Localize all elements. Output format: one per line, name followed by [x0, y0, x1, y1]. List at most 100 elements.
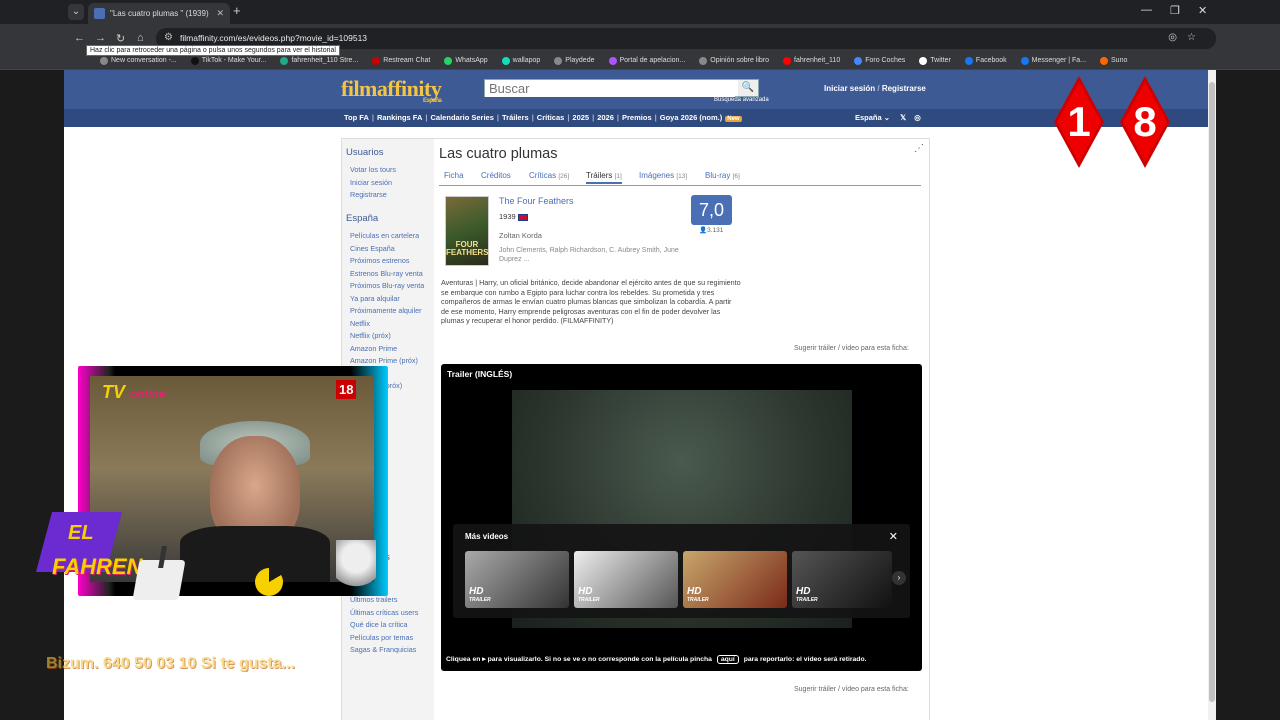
sidebar-item[interactable]: Registrarse	[350, 191, 431, 199]
tv-text: TV	[102, 382, 126, 402]
bookmark-item[interactable]: Twitter	[919, 56, 951, 65]
original-title[interactable]: The Four Feathers	[499, 196, 574, 206]
close-window-icon[interactable]: ✕	[1198, 4, 1207, 17]
astronaut-icon	[336, 540, 376, 600]
bookmark-item[interactable]: Portal de apelacion...	[608, 56, 685, 65]
sidebar-item[interactable]: Amazon Prime	[350, 344, 431, 353]
site-info-icon[interactable]: ⚙	[164, 32, 173, 43]
sidebar-item[interactable]: Próximos estrenos	[350, 257, 431, 265]
nav-separator: |	[425, 113, 428, 122]
sidebar-item[interactable]: Netflix	[350, 319, 431, 328]
sidebar-item[interactable]: Películas en cartelera	[350, 232, 431, 240]
bookmark-item[interactable]: Playdede	[554, 56, 595, 65]
tab-ficha[interactable]: Ficha	[444, 171, 464, 180]
bookmark-item[interactable]: wallapop	[501, 56, 541, 65]
sidebar-item[interactable]: Cines España	[350, 244, 431, 253]
new-tab-icon[interactable]: +	[233, 4, 241, 18]
bookmark-label: Twitter	[930, 57, 951, 64]
tab-imgenes[interactable]: Imágenes [13]	[639, 171, 687, 180]
sidebar-item[interactable]: Sagas & Franquicias	[350, 646, 431, 654]
bookmark-item[interactable]: Opinión sobre libro	[699, 56, 769, 65]
tab-search-icon[interactable]: ⌄	[68, 4, 84, 20]
bookmark-icon	[783, 56, 792, 65]
bookmark-item[interactable]: Suno	[1100, 56, 1127, 65]
sidebar-item[interactable]: Próximos Blu-ray venta	[350, 282, 431, 290]
video-thumbnail[interactable]: HD TRAILER	[683, 551, 787, 608]
director[interactable]: Zoltan Korda	[499, 231, 542, 240]
home-icon[interactable]: ⌂	[137, 32, 144, 44]
reload-icon[interactable]: ↻	[116, 32, 125, 45]
minimize-icon[interactable]: —	[1141, 4, 1152, 16]
sidebar-item[interactable]: Iniciar sesión	[350, 178, 431, 187]
sidebar-item[interactable]: Estrenos Blu-ray venta	[350, 269, 431, 278]
bookmark-item[interactable]: Restream Chat	[372, 56, 430, 65]
nav-link[interactable]: Tráilers	[502, 113, 529, 122]
url-text[interactable]: filmaffinity.com/es/evideos.php?movie_id…	[180, 33, 367, 43]
tab-close-icon[interactable]: ✕	[216, 8, 224, 19]
bookmark-item[interactable]: New conversation -...	[100, 56, 177, 65]
bookmark-item[interactable]: WhatsApp	[444, 56, 488, 65]
suggest-trailer-link[interactable]: Sugerir tráiler / vídeo para esta ficha:	[794, 345, 909, 352]
register-link[interactable]: Registrarse	[882, 84, 926, 93]
sidebar-item[interactable]: Ya para alquilar	[350, 294, 431, 303]
tab-crticas[interactable]: Críticas [26]	[529, 171, 569, 180]
video-thumbnail[interactable]: HD TRAILER	[574, 551, 678, 608]
sidebar-item[interactable]: Próximamente alquiler	[350, 307, 431, 315]
suggest-trailer-link-bottom[interactable]: Sugerir tráiler / vídeo para esta ficha:	[794, 686, 909, 693]
report-link[interactable]: aquí	[716, 655, 739, 664]
synopsis: Aventuras | Harry, un oficial británico,…	[441, 278, 741, 326]
chevron-right-icon[interactable]: ›	[892, 571, 906, 585]
bookmark-label: fahrenheit_110	[794, 57, 841, 64]
search-input[interactable]	[485, 80, 735, 97]
tv-online-logo: TV online	[102, 382, 165, 403]
x-twitter-icon[interactable]: 𝕏	[900, 113, 906, 122]
tab-bluray[interactable]: Blu-ray [6]	[705, 171, 740, 180]
nav-link[interactable]: Goya 2026 (nom.)	[660, 113, 723, 122]
bookmark-item[interactable]: Messenger | Fa...	[1020, 56, 1086, 65]
login-link[interactable]: Iniciar sesión	[824, 84, 875, 93]
bookmark-item[interactable]: Facebook	[964, 56, 1007, 65]
trailer-player[interactable]: Trailer (INGLÉS) Más videos ✕ HD TRAILER …	[441, 364, 922, 671]
nav-link[interactable]: Críticas	[537, 113, 565, 122]
share-icon[interactable]: ⋰	[914, 143, 924, 154]
bookmark-item[interactable]: TikTok - Make Your...	[190, 56, 266, 65]
bookmark-label: wallapop	[512, 57, 541, 64]
page-scrollbar[interactable]	[1208, 70, 1216, 720]
close-icon[interactable]: ✕	[889, 530, 898, 543]
nav-link[interactable]: Top FA	[344, 113, 369, 122]
movie-poster[interactable]: FOUR FEATHERS	[445, 196, 489, 266]
sidebar-item[interactable]: Amazon Prime (próx)	[350, 357, 431, 365]
browser-tab[interactable]: "Las cuatro plumas " (1939) - Tr... ✕	[88, 3, 230, 24]
cast[interactable]: John Clements, Ralph Richardson, C. Aubr…	[499, 246, 689, 264]
tab-trilers[interactable]: Tráilers [1]	[586, 171, 622, 184]
nav-link[interactable]: 2026	[597, 113, 614, 122]
bookmark-item[interactable]: Foro Coches	[854, 56, 905, 65]
sidebar-item[interactable]: Netflix (próx)	[350, 332, 431, 340]
nav-link[interactable]: Calendario Series	[431, 113, 494, 122]
nav-link[interactable]: Rankings FA	[377, 113, 422, 122]
tab-label: Ficha	[444, 171, 464, 180]
bookmark-item[interactable]: fahrenheit_110 Stre...	[280, 56, 358, 65]
trailer-badge: TRAILER	[796, 597, 818, 603]
scrollbar-thumb[interactable]	[1209, 82, 1215, 702]
maximize-icon[interactable]: ❐	[1170, 4, 1180, 17]
sidebar-item[interactable]: Películas por temas	[350, 633, 431, 642]
sidebar-item[interactable]: Votar los tours	[350, 166, 431, 174]
fa-logo[interactable]: filmaffinity España	[341, 76, 442, 104]
video-thumbnail[interactable]: HD TRAILER	[465, 551, 569, 608]
nav-link[interactable]: Premios	[622, 113, 652, 122]
sidebar-item[interactable]: Últimas críticas users	[350, 608, 431, 617]
advanced-search-link[interactable]: Búsqueda avanzada	[714, 97, 769, 103]
omnibox-icons[interactable]: ◎☆	[1168, 32, 1206, 43]
back-icon[interactable]: ←	[74, 32, 85, 44]
instagram-icon[interactable]: ◎	[914, 113, 921, 122]
forward-icon[interactable]: →	[95, 32, 106, 44]
region-select[interactable]: España ⌄ 𝕏 ◎	[855, 113, 921, 122]
video-thumbnail[interactable]: HD TRAILER	[792, 551, 892, 608]
sidebar-item[interactable]: Qué dice la crítica	[350, 621, 431, 629]
tab-crditos[interactable]: Créditos	[481, 171, 511, 180]
search-icon[interactable]: 🔍	[738, 80, 758, 96]
nav-link[interactable]: 2025	[572, 113, 589, 122]
bookmark-item[interactable]: fahrenheit_110	[783, 56, 841, 65]
movie-year: 1939	[499, 212, 528, 221]
